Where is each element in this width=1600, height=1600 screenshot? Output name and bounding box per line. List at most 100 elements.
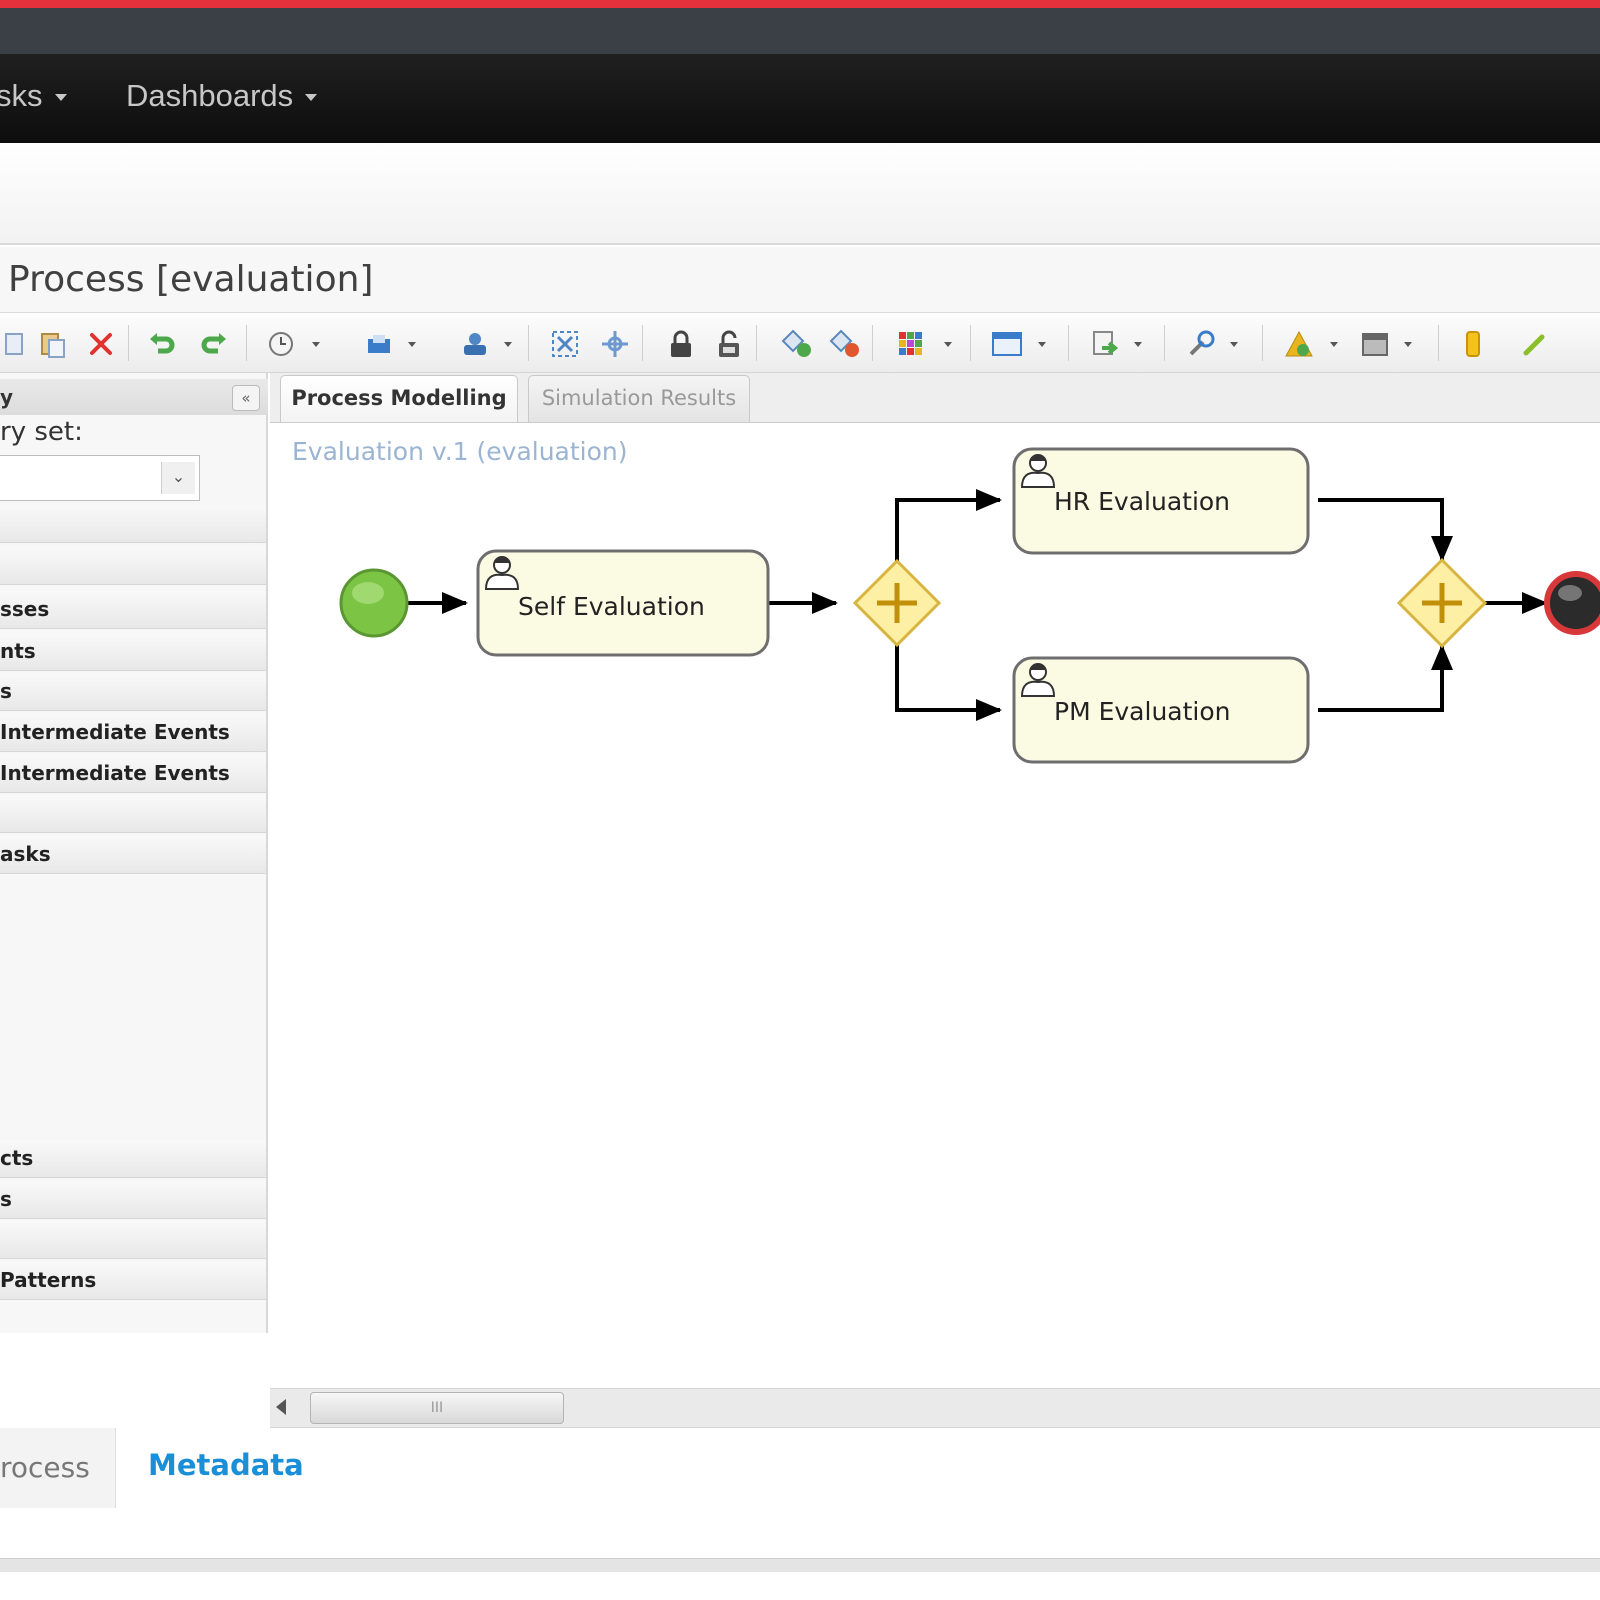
toolbar-separator [246, 325, 247, 361]
undo-icon[interactable] [146, 327, 180, 361]
stencil-set-select[interactable]: ⌄ [0, 455, 200, 501]
select-icon[interactable] [598, 327, 632, 361]
add-node-icon[interactable] [780, 327, 814, 361]
palette-group[interactable]: cts [0, 1140, 266, 1178]
sequence-flow[interactable] [1318, 644, 1453, 712]
select-all-icon[interactable] [548, 327, 582, 361]
bottom-tabs: rocess Metadata [0, 1428, 1600, 1558]
calendar-icon[interactable] [1358, 327, 1392, 361]
collapse-panel-button[interactable]: « [232, 385, 260, 411]
remove-node-icon[interactable] [828, 327, 862, 361]
chevron-down-icon [944, 342, 952, 347]
toolbar-separator [1164, 325, 1165, 361]
sequence-flow[interactable] [895, 645, 1002, 721]
toolbar-separator [1068, 325, 1069, 361]
nav-item-dashboards[interactable]: Dashboards [126, 78, 318, 114]
chevron-down-icon [305, 94, 318, 102]
shape-palette-panel: y « ry set: ⌄ sses nts s Intermediate Ev… [0, 373, 268, 1333]
palette-group[interactable]: Intermediate Events [0, 755, 266, 793]
process-diagram: Self Evaluation HR Evaluation PM Evaluat… [339, 447, 1600, 764]
palette-group[interactable] [0, 1221, 266, 1259]
page-title: Process [evaluation] [8, 259, 374, 300]
task-hr-evaluation-label: HR Evaluation [1054, 487, 1230, 516]
palette-group[interactable]: Intermediate Events [0, 714, 266, 752]
end-event[interactable] [1544, 571, 1600, 635]
palette-group[interactable]: Patterns [0, 1262, 266, 1300]
scroll-thumb[interactable]: III [310, 1392, 564, 1424]
color-grid-icon[interactable] [894, 327, 928, 361]
import-icon[interactable] [1088, 327, 1122, 361]
task-hr-evaluation[interactable]: HR Evaluation [1012, 447, 1310, 555]
chevron-down-icon [1038, 342, 1046, 347]
sub-header [0, 143, 1600, 245]
chevron-down-icon [1230, 342, 1238, 347]
lock-icon[interactable] [664, 327, 698, 361]
start-event[interactable] [339, 568, 409, 638]
pencil-icon[interactable] [1518, 327, 1552, 361]
task-pm-evaluation[interactable]: PM Evaluation [1012, 656, 1310, 764]
tab-simulation-results[interactable]: Simulation Results [528, 375, 750, 422]
task-pm-evaluation-label: PM Evaluation [1054, 697, 1231, 726]
editor-title-bar: Process [evaluation] [0, 247, 1600, 313]
parallel-gateway-split[interactable] [852, 558, 942, 648]
palette-group[interactable]: sses [0, 591, 266, 629]
unlock-icon[interactable] [712, 327, 746, 361]
save-icon[interactable] [362, 327, 396, 361]
palette-header: y « [0, 379, 268, 415]
horizontal-scrollbar[interactable]: III [270, 1388, 1600, 1428]
tab-process[interactable]: rocess [0, 1428, 116, 1508]
copy-icon[interactable] [0, 327, 34, 361]
chevron-down-icon [504, 342, 512, 347]
main-navbar: sks Dashboards [0, 54, 1600, 143]
sequence-flow[interactable] [1318, 498, 1453, 562]
tab-metadata[interactable]: Metadata [148, 1448, 304, 1482]
task-self-evaluation-label: Self Evaluation [518, 592, 705, 621]
palette-title: y [0, 385, 14, 409]
palette-group[interactable]: asks [0, 836, 266, 874]
chevron-down-icon[interactable]: ⌄ [161, 462, 195, 494]
palette-group[interactable]: s [0, 1181, 266, 1219]
toolbar-separator [1262, 325, 1263, 361]
nav-item-dashboards-label: Dashboards [126, 78, 294, 113]
toolbar-separator [642, 325, 643, 361]
chevron-down-icon [54, 94, 67, 102]
stencil-set-label: ry set: [0, 417, 83, 447]
user-icon[interactable] [458, 327, 492, 361]
chevron-down-icon [312, 342, 320, 347]
palette-group[interactable]: nts [0, 633, 266, 671]
toolbar-separator [970, 325, 971, 361]
tools-icon[interactable] [1184, 327, 1218, 361]
nav-item-tasks[interactable]: sks [0, 78, 67, 114]
window-icon[interactable] [990, 327, 1024, 361]
parallel-gateway-join[interactable] [1396, 557, 1488, 649]
chevron-down-icon [1134, 342, 1142, 347]
chevron-down-icon [408, 342, 416, 347]
redo-icon[interactable] [196, 327, 230, 361]
paste-icon[interactable] [36, 327, 70, 361]
toolbar-separator [128, 325, 129, 361]
toolbar-separator [872, 325, 873, 361]
bottom-status-bar [0, 1558, 1600, 1572]
sequence-flow[interactable] [895, 489, 1002, 561]
palette-group[interactable]: s [0, 673, 266, 711]
nav-item-tasks-label: sks [0, 78, 43, 113]
process-canvas[interactable]: Evaluation v.1 (evaluation) Self Evaluat… [270, 423, 1600, 1388]
tab-process-modelling[interactable]: Process Modelling [280, 375, 518, 422]
toolbar-separator [1438, 325, 1439, 361]
toolbar-separator [528, 325, 529, 361]
palette-group[interactable] [0, 505, 266, 543]
palette-group[interactable] [0, 547, 266, 585]
delete-icon[interactable] [84, 327, 118, 361]
scroll-left-icon[interactable] [276, 1399, 286, 1415]
chevron-down-icon [1404, 342, 1412, 347]
brand-strip [0, 0, 1600, 8]
warning-icon[interactable] [1282, 327, 1316, 361]
task-self-evaluation[interactable]: Self Evaluation [476, 549, 770, 657]
palette-group[interactable] [0, 795, 266, 833]
clock-icon[interactable] [264, 327, 298, 361]
editor-tabs: Process Modelling Simulation Results [270, 373, 1600, 423]
task-icon[interactable] [1456, 327, 1490, 361]
top-bar [0, 8, 1600, 54]
chevron-down-icon [1330, 342, 1338, 347]
editor-toolbar [0, 313, 1600, 373]
